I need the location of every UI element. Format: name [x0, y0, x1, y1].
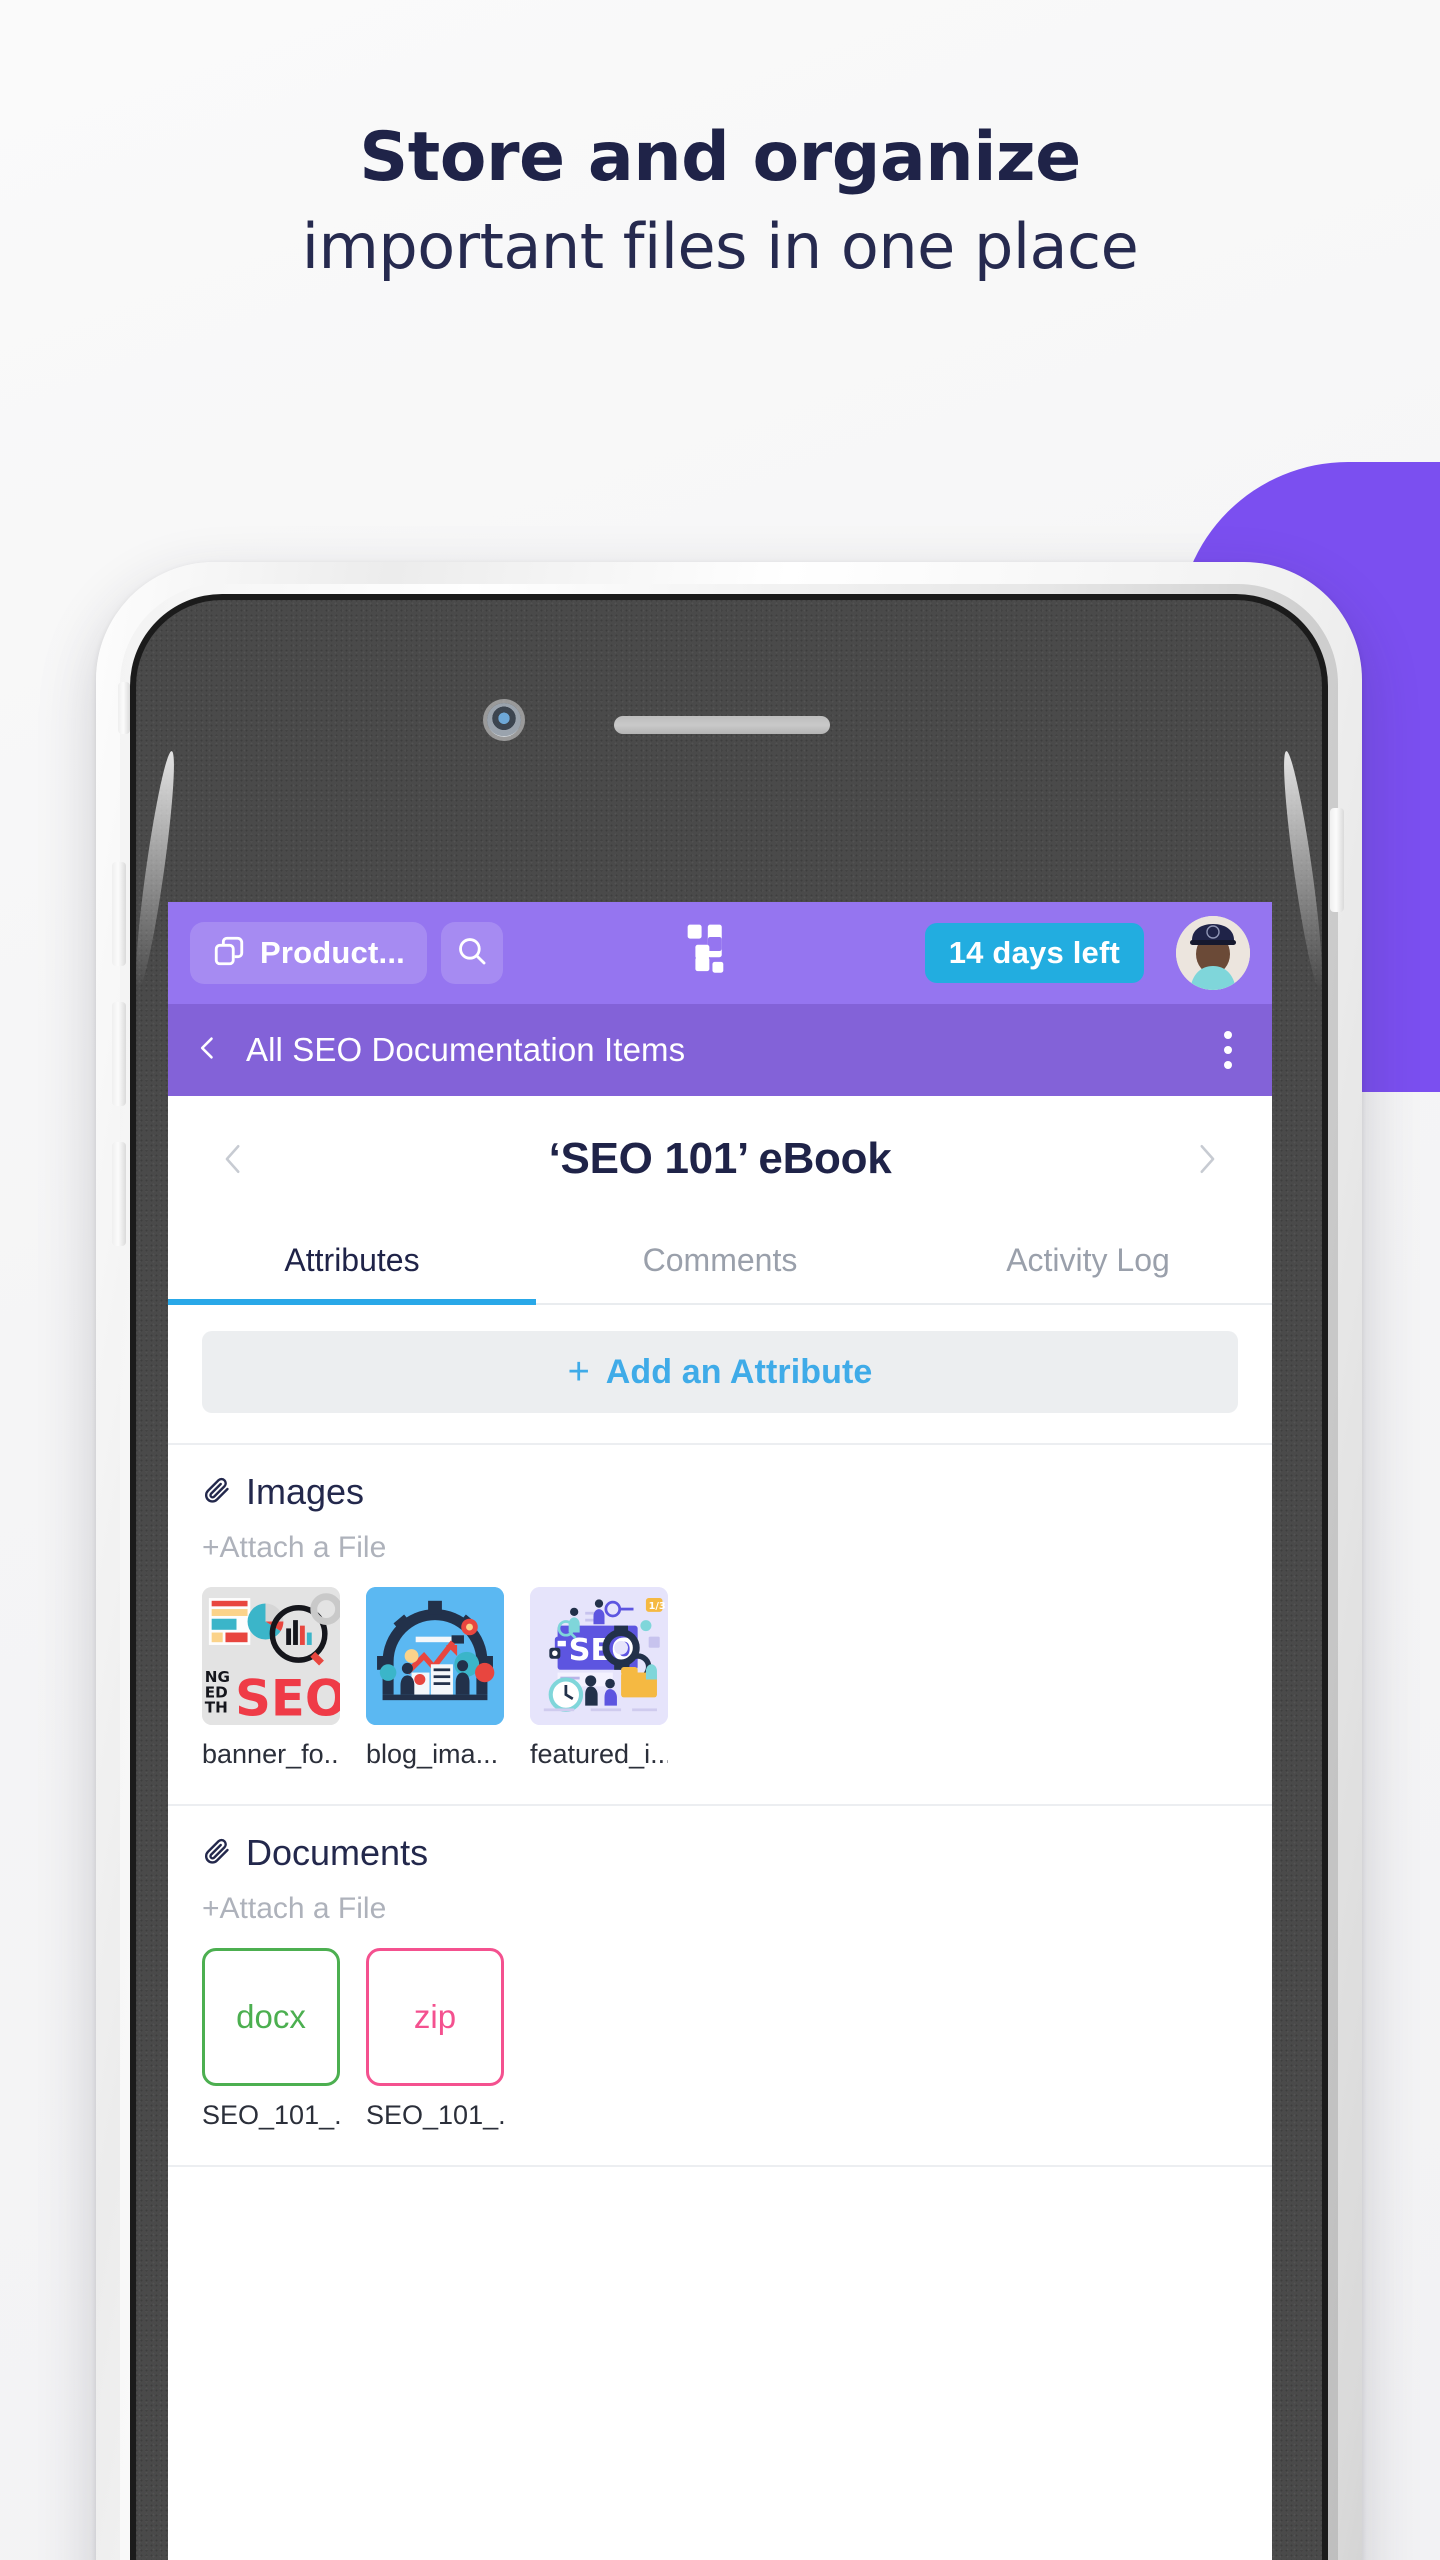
- attachment-name: SEO_101_...: [202, 2100, 340, 2130]
- svg-text:1/3: 1/3: [649, 1601, 666, 1612]
- blog-gear-art: [366, 1587, 504, 1725]
- item-header: ‘SEO 101’ eBook: [168, 1096, 1272, 1222]
- earpiece-speaker: [614, 716, 830, 734]
- tab-comments[interactable]: Comments: [536, 1222, 904, 1303]
- volume-up-button[interactable]: [112, 862, 126, 966]
- list-item[interactable]: zip SEO_101_....: [366, 1948, 504, 2131]
- attach-file-link-images[interactable]: +Attach a File: [202, 1531, 1238, 1565]
- attach-file-link-documents[interactable]: +Attach a File: [202, 1892, 1238, 1926]
- chevron-left-icon: [200, 1036, 213, 1059]
- section-header: Images: [202, 1471, 1238, 1513]
- section-title: Documents: [246, 1832, 429, 1873]
- promo-headline: Store and organize: [359, 118, 1081, 197]
- chevron-left-icon: [225, 1144, 240, 1174]
- copy-stack-icon: [212, 934, 246, 973]
- paperclip-icon: [202, 1836, 232, 1871]
- list-item[interactable]: docx SEO_101_...: [202, 1948, 340, 2131]
- attachment-name: SEO_101_....: [366, 2100, 504, 2130]
- page-title: ‘SEO 101’ eBook: [548, 1134, 892, 1183]
- avatar[interactable]: [1176, 916, 1250, 990]
- kebab-menu-icon[interactable]: [1210, 1021, 1246, 1079]
- power-button[interactable]: [1330, 808, 1344, 912]
- image-thumbnail-featured[interactable]: SEO 1/3: [530, 1587, 668, 1725]
- list-item[interactable]: NG ED TH SEO banner_fo...: [202, 1587, 340, 1770]
- attachment-list-images: NG ED TH SEO banner_fo... blog_ima... SE…: [202, 1587, 1238, 1770]
- back-button[interactable]: [194, 1031, 222, 1070]
- workspace-label: Product...: [260, 935, 405, 970]
- list-item[interactable]: SEO 1/3 featured_i...: [530, 1587, 668, 1770]
- plus-icon: +: [567, 1351, 590, 1393]
- promo-copy: Store and organize important files in on…: [0, 118, 1440, 285]
- attachment-section-images: Images +Attach a File NG ED TH SEO banne…: [168, 1445, 1272, 1806]
- section-header: Documents: [202, 1832, 1238, 1874]
- seo-banner-art: NG ED TH SEO: [202, 1587, 340, 1725]
- add-attribute-section: + Add an Attribute: [168, 1305, 1272, 1445]
- app-screen: Product... 14 days left All SEO Document…: [168, 902, 1272, 2560]
- front-camera-icon: [487, 703, 521, 737]
- attachment-section-documents: Documents +Attach a File docx SEO_101_..…: [168, 1806, 1272, 2167]
- app-logo[interactable]: [517, 920, 911, 987]
- attachment-name: banner_fo...: [202, 1739, 340, 1769]
- workspace-switcher-button[interactable]: Product...: [190, 922, 427, 984]
- add-attribute-label: Add an Attribute: [605, 1352, 873, 1391]
- search-icon: [455, 934, 489, 973]
- promo-screenshot: Store and organize important files in on…: [0, 0, 1440, 2560]
- phone-gloss-right: [1277, 749, 1322, 991]
- volume-down-button[interactable]: [112, 1002, 126, 1106]
- document-card-docx[interactable]: docx: [202, 1948, 340, 2086]
- promo-subheadline: important files in one place: [301, 210, 1139, 284]
- document-card-zip[interactable]: zip: [366, 1948, 504, 2086]
- add-attribute-button[interactable]: + Add an Attribute: [202, 1331, 1238, 1413]
- mute-switch[interactable]: [118, 682, 130, 734]
- tab-attributes[interactable]: Attributes: [168, 1222, 536, 1305]
- attachment-list-documents: docx SEO_101_... zip SEO_101_....: [202, 1948, 1238, 2131]
- trial-badge[interactable]: 14 days left: [924, 923, 1144, 983]
- svg-text:TH: TH: [205, 1699, 228, 1717]
- chevron-right-icon: [1200, 1144, 1215, 1174]
- side-button-extra[interactable]: [112, 1142, 126, 1246]
- attachment-name: blog_ima...: [366, 1739, 499, 1769]
- list-item[interactable]: blog_ima...: [366, 1587, 504, 1770]
- image-thumbnail-blog[interactable]: [366, 1587, 504, 1725]
- next-item-button[interactable]: [1174, 1137, 1238, 1181]
- svg-text:SEO: SEO: [235, 1669, 340, 1725]
- section-title: Images: [246, 1471, 365, 1512]
- attachment-name: featured_i...: [530, 1739, 668, 1769]
- image-thumbnail-banner[interactable]: NG ED TH SEO: [202, 1587, 340, 1725]
- paperclip-icon: [202, 1475, 232, 1510]
- previous-item-button[interactable]: [202, 1137, 266, 1181]
- featured-seo-art: SEO 1/3: [530, 1587, 668, 1725]
- breadcrumb: All SEO Documentation Items: [168, 1004, 1272, 1096]
- app-top-bar: Product... 14 days left: [168, 902, 1272, 1004]
- user-avatar-image: [1176, 916, 1250, 990]
- breadcrumb-title: All SEO Documentation Items: [246, 1031, 686, 1068]
- search-button[interactable]: [440, 922, 503, 984]
- tab-bar: Attributes Comments Activity Log: [168, 1222, 1272, 1305]
- tab-activity-log[interactable]: Activity Log: [904, 1222, 1272, 1303]
- app-logo-icon: [683, 920, 745, 987]
